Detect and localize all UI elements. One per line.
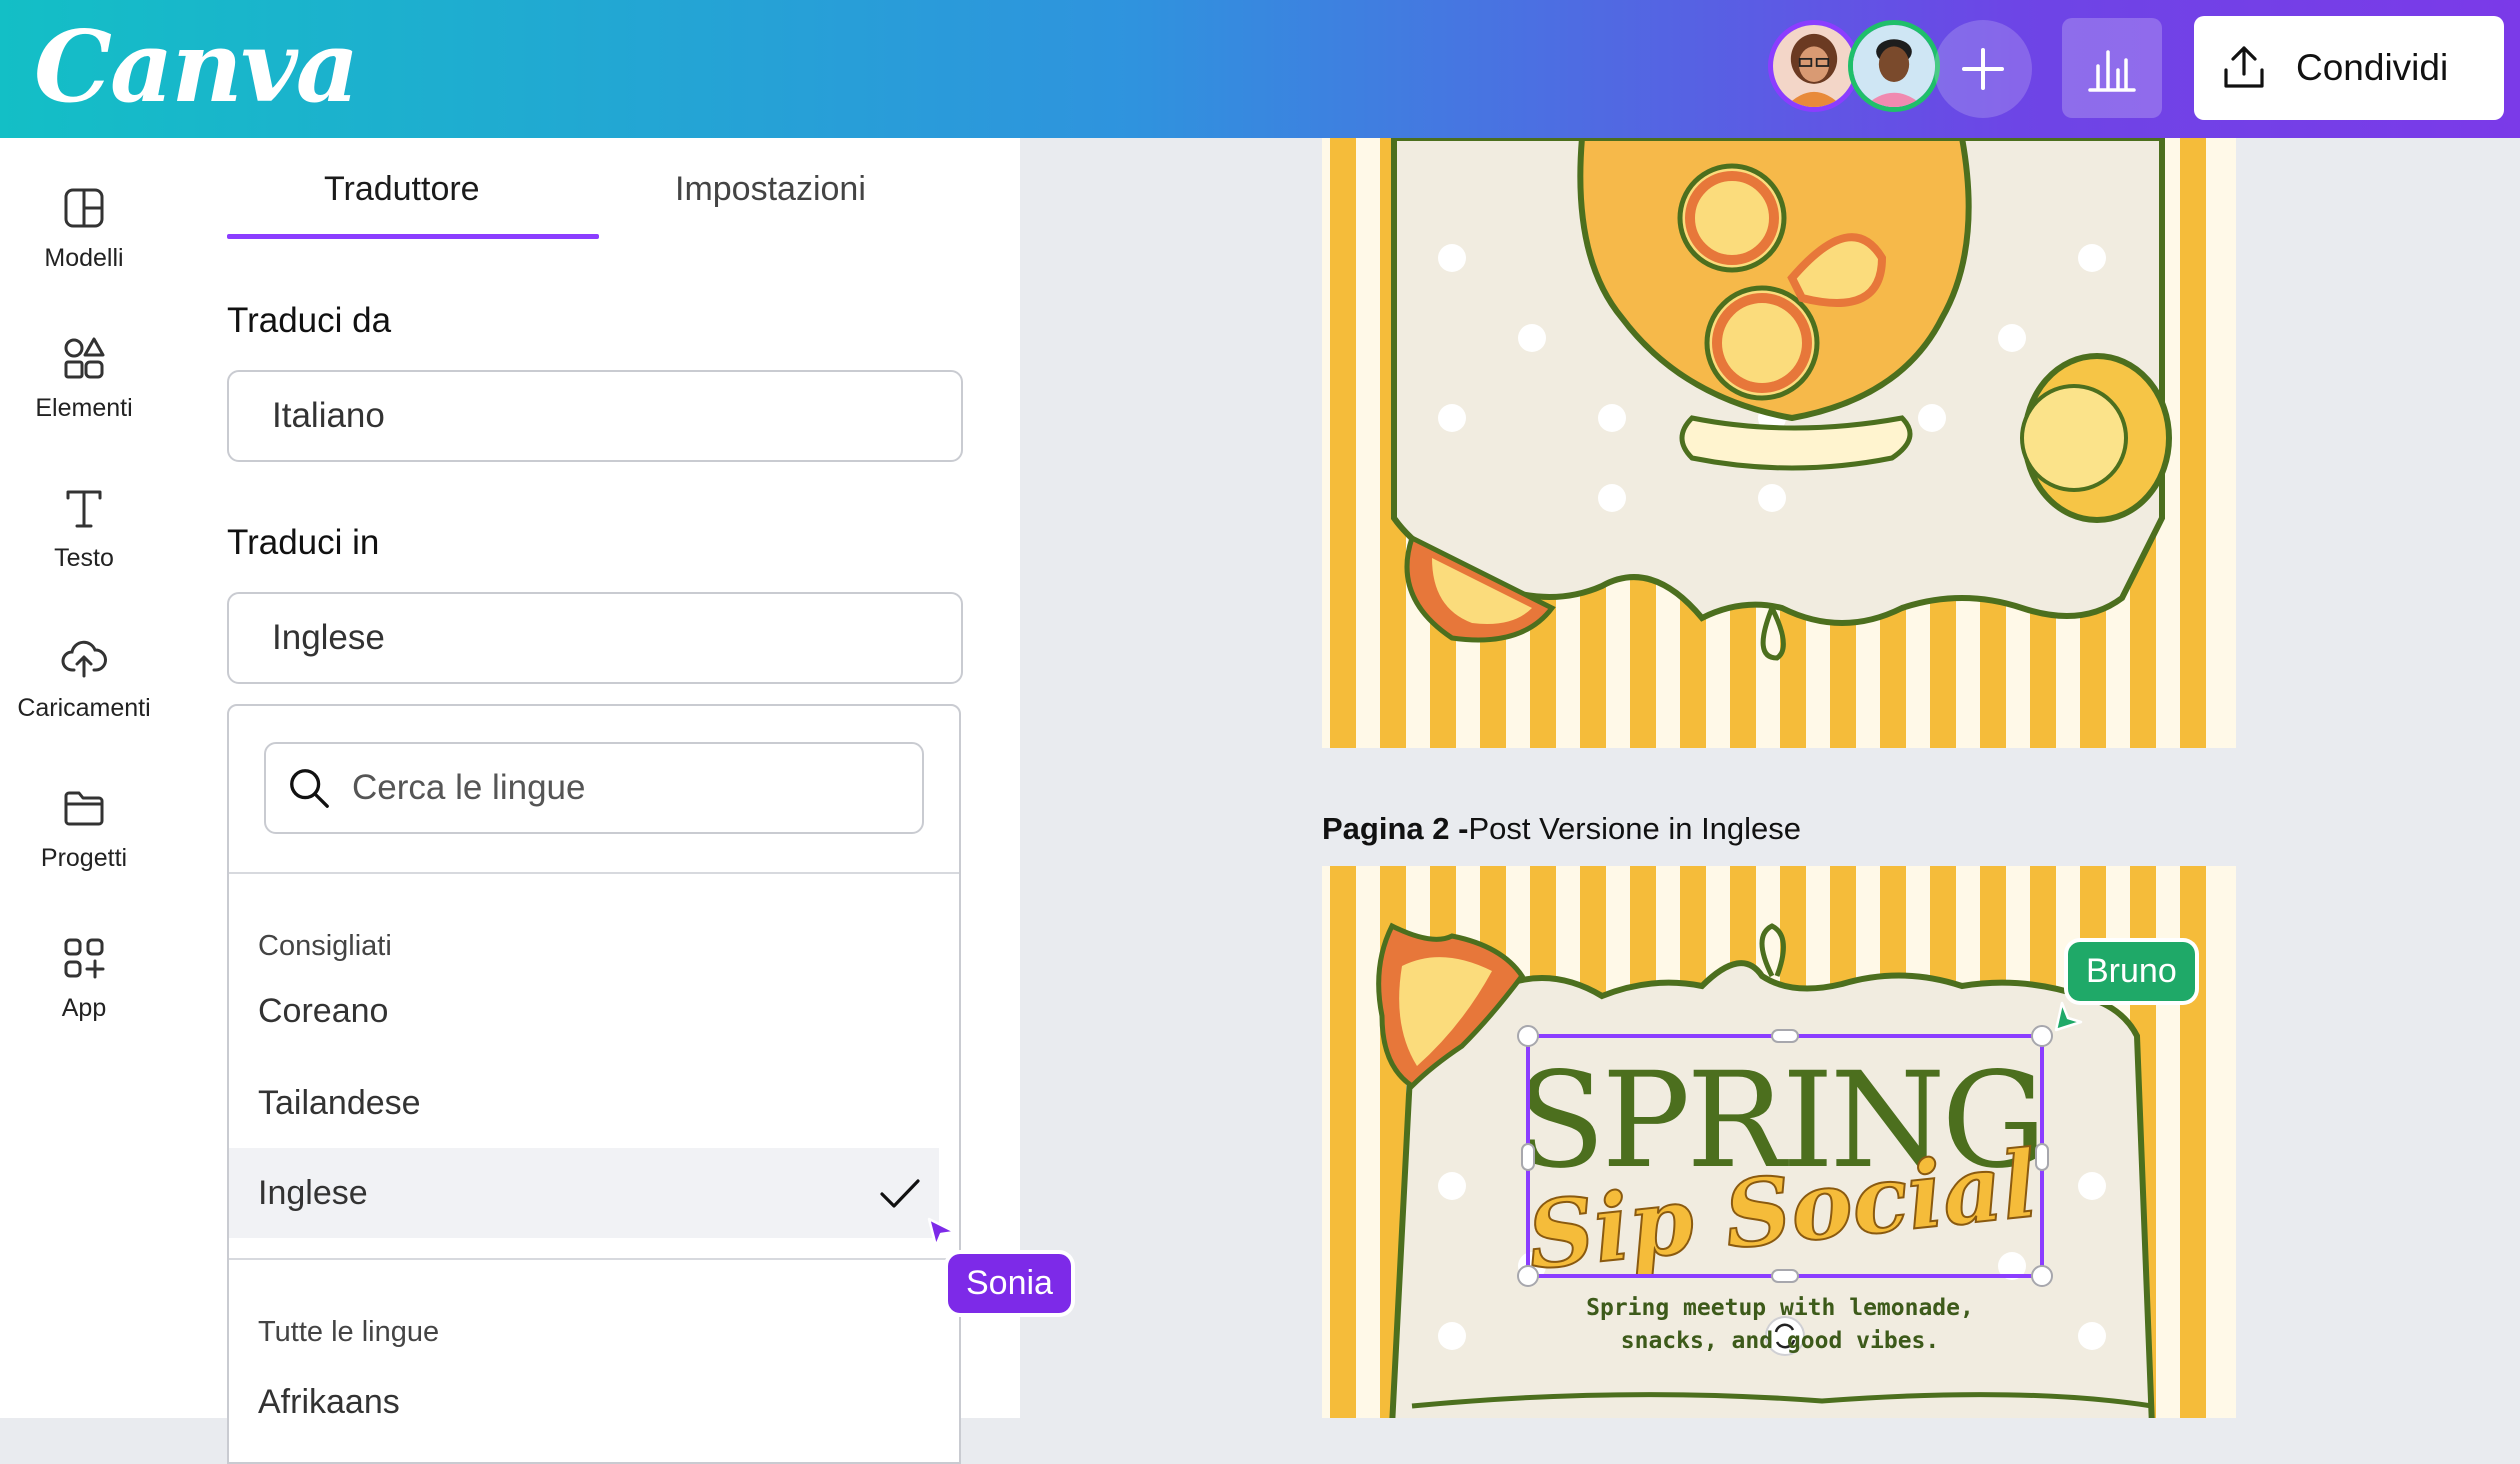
checkmark-icon — [880, 1179, 920, 1208]
design-body-line-1: Spring meetup with lemonade, — [1586, 1295, 1974, 1321]
dropdown-divider — [229, 1258, 959, 1260]
page-1-artwork — [1322, 138, 2236, 748]
recommended-heading: Consigliati — [258, 930, 392, 962]
page-2-number: Pagina 2 - — [1322, 811, 1469, 846]
text-icon — [66, 490, 102, 528]
tab-impostazioni[interactable]: Impostazioni — [675, 170, 866, 209]
language-option-label: Coreano — [258, 991, 389, 1030]
translator-panel: Traduttore Impostazioni Traduci da Itali… — [168, 138, 1020, 1464]
canva-logo[interactable]: Canva — [34, 10, 359, 125]
cursor-pointer-icon — [927, 1217, 957, 1248]
side-rail: Modelli Elementi Testo Caricamenti Proge… — [0, 138, 169, 1418]
rail-label: Elementi — [35, 394, 133, 422]
rail-label: Modelli — [44, 244, 124, 272]
language-option-inglese[interactable]: Inglese — [229, 1148, 939, 1238]
all-languages-heading: Tutte le lingue — [258, 1316, 440, 1348]
language-option-label: Inglese — [258, 1173, 368, 1212]
language-option-coreano[interactable]: Coreano — [229, 966, 939, 1056]
rail-item-testo[interactable]: Testo — [0, 484, 168, 573]
translate-to-value: Inglese — [272, 618, 385, 657]
rail-item-progetti[interactable]: Progetti — [0, 784, 168, 873]
collaborator-avatar-2[interactable] — [1848, 20, 1940, 112]
rail-label: Progetti — [40, 844, 128, 872]
rail-label: App — [61, 994, 107, 1022]
translate-to-field[interactable]: Inglese — [227, 592, 963, 684]
analytics-button[interactable] — [2062, 18, 2162, 118]
page-2-title: Pagina 2 -Post Versione in Inglese — [1322, 811, 1801, 847]
apps-icon — [64, 938, 105, 979]
rail-label: Testo — [54, 544, 114, 572]
upload-share-icon — [2224, 46, 2264, 88]
cursor-pointer-icon — [2054, 1001, 2083, 1032]
folder-icon — [64, 791, 104, 826]
language-option-afrikaans[interactable]: Afrikaans — [229, 1372, 939, 1432]
language-option-label: Afrikaans — [258, 1382, 400, 1421]
rail-label: Caricamenti — [17, 694, 151, 722]
language-search-box[interactable] — [264, 742, 924, 834]
translate-from-label: Traduci da — [227, 301, 392, 340]
collaborator-cursor-label-bruno: Bruno — [2068, 942, 2195, 1001]
rail-item-modelli[interactable]: Modelli — [0, 184, 168, 273]
language-dropdown: Consigliati Coreano Tailandese Inglese T… — [227, 704, 961, 1464]
upload-icon — [61, 640, 107, 678]
language-option-tailandese[interactable]: Tailandese — [229, 1058, 939, 1148]
share-label: Condividi — [2296, 47, 2449, 88]
bar-chart-icon — [2088, 50, 2136, 92]
search-icon — [290, 769, 329, 808]
plus-icon — [1962, 48, 2004, 90]
design-page-1[interactable] — [1322, 138, 2236, 748]
translate-from-value: Italiano — [272, 396, 385, 435]
tab-traduttore[interactable]: Traduttore — [324, 170, 480, 209]
design-body-line-2: snacks, and good vibes. — [1620, 1328, 1940, 1354]
templates-icon — [64, 188, 104, 228]
language-option-label: Tailandese — [258, 1083, 421, 1122]
active-tab-indicator — [227, 234, 599, 239]
share-button[interactable]: Condividi — [2194, 16, 2504, 120]
rail-item-app[interactable]: App — [0, 934, 168, 1023]
add-collaborator-button[interactable] — [1934, 20, 2032, 118]
rail-item-elementi[interactable]: Elementi — [0, 334, 168, 423]
translate-to-label: Traduci in — [227, 523, 380, 562]
collaborator-cursor-label-sonia: Sonia — [948, 1254, 1071, 1313]
language-search-input[interactable] — [350, 767, 914, 809]
dropdown-divider — [229, 872, 959, 874]
rail-item-caricamenti[interactable]: Caricamenti — [0, 634, 168, 723]
design-body-text[interactable]: Spring meetup with lemonade, snacks, and… — [1550, 1292, 2010, 1358]
elements-icon — [64, 337, 105, 379]
top-bar: Canva Condividi — [0, 0, 2520, 138]
page-2-name[interactable]: Post Versione in Inglese — [1468, 811, 1801, 846]
translate-from-field[interactable]: Italiano — [227, 370, 963, 462]
collaborator-avatar-1[interactable] — [1768, 20, 1860, 112]
